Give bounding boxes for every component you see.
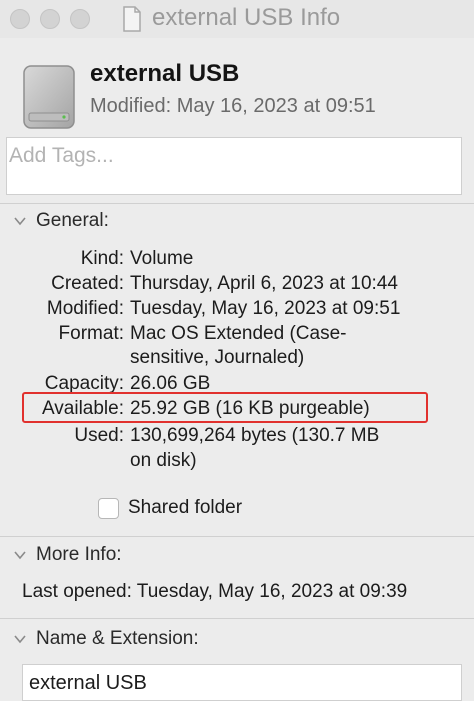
shared-folder-checkbox[interactable]: [98, 498, 119, 519]
used-value-continued: on disk): [130, 450, 197, 471]
kind-value: Volume: [130, 248, 194, 269]
chevron-down-icon: [14, 217, 26, 226]
section-divider: [0, 203, 474, 204]
name-input[interactable]: [29, 672, 449, 695]
zoom-window-button[interactable]: [70, 9, 90, 29]
name-extension-section-title: Name & Extension:: [36, 628, 199, 649]
available-highlight-box: [22, 392, 428, 423]
chevron-down-icon: [14, 635, 26, 644]
chevron-down-icon: [14, 551, 26, 560]
section-divider: [0, 536, 474, 537]
used-label: Used:: [74, 425, 124, 446]
general-section-toggle[interactable]: General:: [14, 210, 109, 232]
tags-field-container: [6, 137, 462, 195]
modified-label: Modified:: [46, 298, 124, 319]
general-section-title: General:: [36, 210, 109, 231]
format-value: Mac OS Extended (Case-: [130, 323, 347, 344]
shared-folder-label: Shared folder: [128, 497, 243, 518]
last-opened-text: Last opened: Tuesday, May 16, 2023 at 09…: [22, 581, 408, 602]
created-label: Created:: [51, 273, 124, 294]
external-drive-icon: [23, 65, 75, 129]
format-value-continued: sensitive, Journaled): [130, 347, 305, 368]
header-modified-date: Modified: May 16, 2023 at 09:51: [90, 95, 376, 117]
close-window-button[interactable]: [10, 9, 30, 29]
kind-label: Kind:: [80, 248, 124, 269]
more-info-section-toggle[interactable]: More Info:: [14, 544, 122, 566]
document-icon: [123, 6, 141, 32]
item-name: external USB: [90, 60, 240, 87]
section-divider: [0, 618, 474, 619]
minimize-window-button[interactable]: [40, 9, 60, 29]
modified-value: Tuesday, May 16, 2023 at 09:51: [130, 298, 401, 319]
name-field-container: [22, 664, 462, 701]
created-value: Thursday, April 6, 2023 at 10:44: [130, 273, 398, 294]
name-extension-section-toggle[interactable]: Name & Extension:: [14, 628, 199, 650]
more-info-section-title: More Info:: [36, 544, 122, 565]
format-label: Format:: [58, 323, 124, 344]
window-titlebar: external USB Info: [0, 0, 474, 38]
used-value: 130,699,264 bytes (130.7 MB: [130, 425, 380, 446]
window-title: external USB Info: [152, 4, 341, 31]
tags-input[interactable]: [9, 144, 449, 168]
